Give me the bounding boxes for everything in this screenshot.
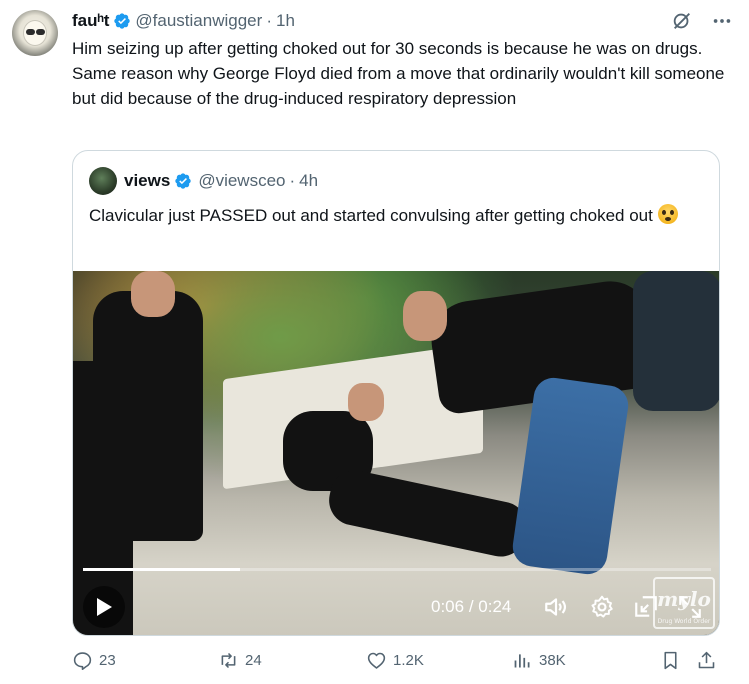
video-player[interactable]: 0:06 / 0:24 mylo Drug World Order (73, 271, 719, 635)
views-count: 38K (539, 652, 566, 669)
separator-dot: · (289, 171, 296, 190)
video-time-divider: / (464, 597, 479, 616)
quoted-tweet[interactable]: views @viewsceo · 4h Clavicular just PAS… (72, 150, 720, 636)
tweet-timestamp[interactable]: 1h (276, 11, 295, 31)
like-button[interactable]: 1.2K (366, 650, 424, 671)
quoted-author-avatar[interactable] (89, 167, 117, 195)
author-handle[interactable]: @faustianwigger (135, 11, 262, 31)
verified-badge-icon (114, 13, 131, 29)
reply-icon (73, 652, 92, 671)
repost-count: 24 (245, 652, 262, 669)
settings-gear-icon[interactable] (589, 594, 615, 620)
separator-dot: · (266, 11, 272, 30)
like-count: 1.2K (393, 652, 424, 669)
flushed-face-icon (657, 204, 678, 224)
views-button[interactable]: 38K (512, 650, 566, 671)
repost-button[interactable]: 24 (218, 650, 262, 671)
avatar-glasses-right (36, 29, 45, 35)
author-name[interactable]: fauʰt (72, 11, 109, 31)
volume-icon[interactable] (543, 594, 569, 620)
watermark-text: mylo (657, 587, 711, 611)
avatar-glasses-left (26, 29, 35, 35)
quoted-text-body: Clavicular just PASSED out and started c… (89, 206, 653, 225)
video-watermark-logo: mylo Drug World Order (653, 577, 715, 629)
tweet-action-bar: 23 24 1.2K 38K (72, 650, 722, 676)
video-current-time: 0:06 (431, 597, 465, 616)
video-scene-person (633, 271, 719, 411)
reply-count: 23 (99, 652, 116, 669)
video-progress-fill (83, 568, 240, 571)
reply-button[interactable]: 23 (72, 650, 116, 671)
quoted-header: views @viewsceo · 4h (89, 167, 318, 195)
verified-badge-icon (175, 173, 191, 189)
header-actions (671, 10, 733, 32)
tweet-header: fauʰt @faustianwigger · 1h (72, 10, 733, 32)
watermark-subtext: Drug World Order (657, 618, 711, 625)
repost-icon (221, 652, 236, 669)
quoted-timestamp[interactable]: 4h (299, 171, 318, 191)
quoted-text: Clavicular just PASSED out and started c… (89, 203, 709, 228)
video-time-readout: 0:06 / 0:24 (431, 597, 511, 617)
bookmark-button[interactable] (660, 650, 687, 671)
views-icon (514, 654, 530, 668)
quoted-author-name[interactable]: views (124, 171, 170, 191)
share-icon (698, 651, 715, 669)
video-scene-head (131, 271, 175, 317)
play-icon (97, 598, 112, 616)
video-scene-head (403, 291, 447, 341)
video-scene-head (348, 383, 384, 421)
like-icon (367, 652, 386, 669)
play-button[interactable] (83, 586, 125, 628)
author-avatar[interactable] (12, 10, 58, 56)
tweet-text: Him seizing up after getting choked out … (72, 39, 725, 108)
video-duration: 0:24 (478, 597, 512, 616)
video-progress-bar[interactable] (83, 568, 711, 571)
quoted-author-handle[interactable]: @viewsceo (198, 171, 285, 191)
bookmark-icon (664, 651, 677, 670)
grok-icon[interactable] (671, 10, 693, 32)
more-icon[interactable] (711, 10, 733, 32)
share-button[interactable] (696, 650, 723, 671)
